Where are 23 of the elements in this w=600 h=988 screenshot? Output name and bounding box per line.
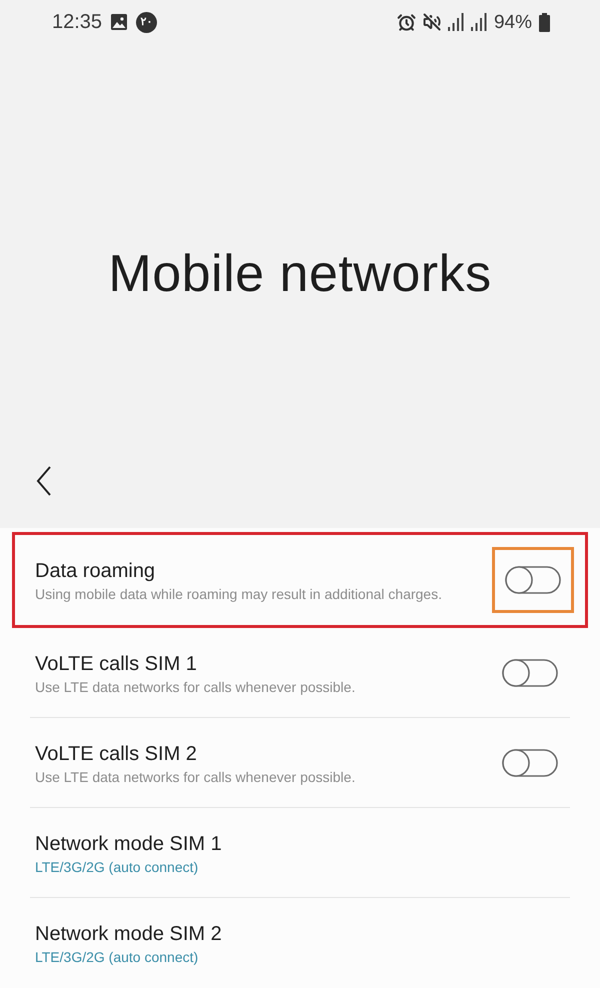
page-title: Mobile networks [108, 244, 492, 304]
battery-icon [539, 12, 550, 32]
signal-icon [448, 13, 464, 32]
setting-description: Using mobile data while roaming may result in additional charges. [35, 585, 442, 604]
setting-title[interactable]: Data roaming [35, 558, 442, 584]
image-icon [111, 14, 128, 30]
alarm-icon [396, 12, 416, 32]
notification-badge: ۲۰ [136, 12, 158, 33]
setting-description: Use LTE data networks for calls whenever possible. [35, 678, 356, 696]
setting-description: Use LTE data networks for calls whenever possible. [35, 768, 356, 786]
setting-title[interactable]: VoLTE calls SIM 2 [35, 740, 356, 766]
battery-percent: 94% [494, 12, 532, 32]
toggle-switch[interactable] [502, 658, 558, 686]
toggle-switch[interactable] [502, 748, 558, 776]
clock-time: 12:35 [52, 12, 102, 32]
setting-value: LTE/3G/2G (auto connect) [35, 948, 200, 967]
setting-title[interactable]: Network mode SIM 1 [35, 830, 222, 856]
toggle-switch[interactable] [505, 566, 561, 594]
setting-title[interactable]: VoLTE calls SIM 1 [35, 650, 356, 676]
mute-icon [422, 13, 441, 32]
signal-icon [470, 13, 487, 32]
setting-title[interactable]: Network mode SIM 2 [35, 921, 222, 947]
setting-value: LTE/3G/2G (auto connect) [35, 858, 200, 876]
